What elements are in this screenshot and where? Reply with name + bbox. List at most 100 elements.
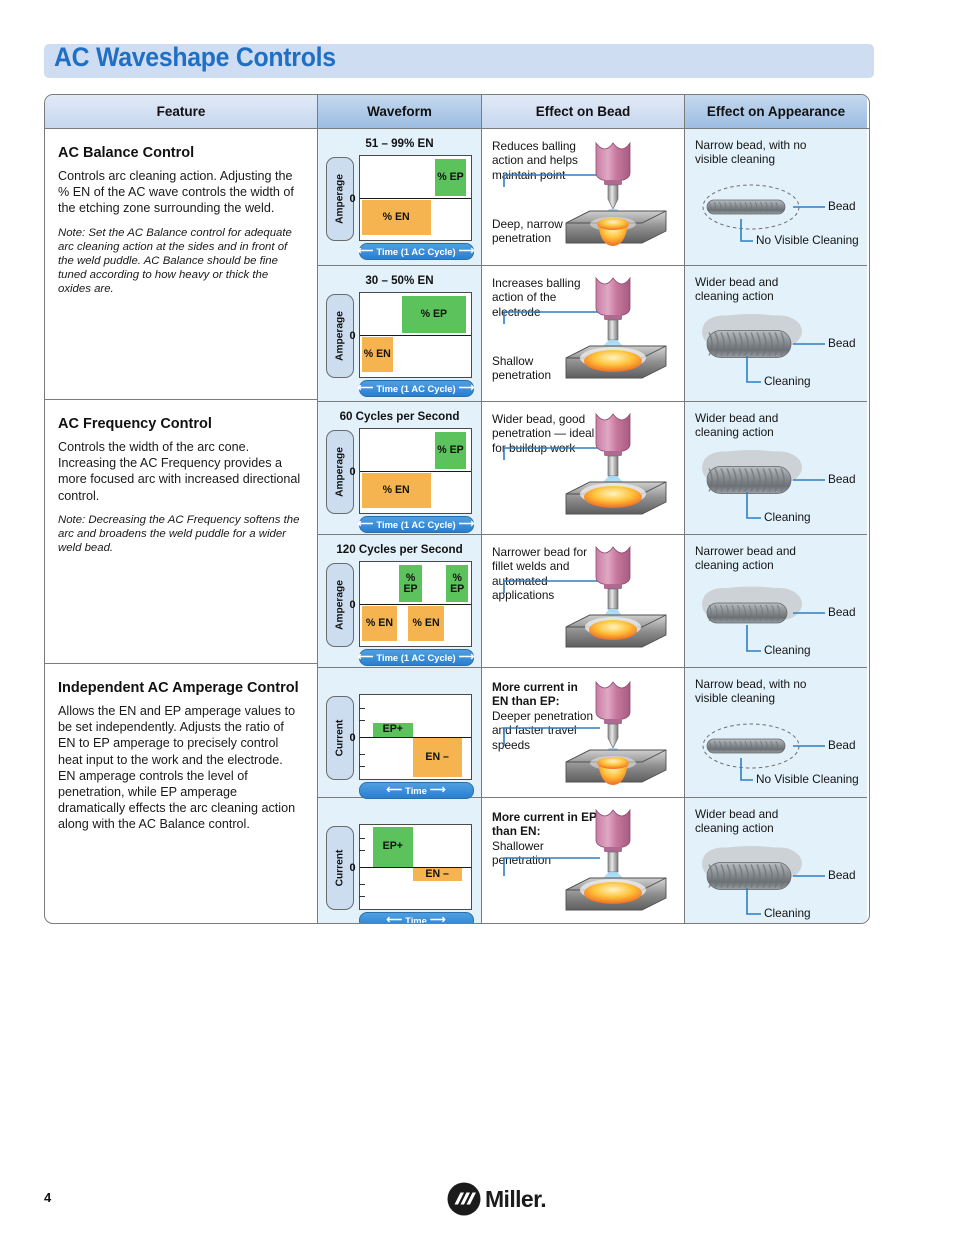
effect-on-appearance-cell: Narrow bead, with no visible cleaning Be… (685, 668, 867, 797)
feature-note: Note: Decreasing the AC Frequency soften… (58, 513, 300, 555)
waveform-time-bar: ⟵ Time (1 AC Cycle) ⟶ (358, 649, 474, 666)
torch-illustration (538, 410, 688, 527)
torch-illustration-svg (565, 141, 667, 246)
waveform-zero-line (359, 604, 471, 606)
waveform-title: 30 – 50% EN (365, 274, 434, 287)
waveform-cell: 51 – 99% EN Amperage 0 % EP % EN ⟵ Time … (318, 129, 482, 265)
torch-illustration-svg (565, 680, 667, 785)
effect-on-bead-cell: Narrower bead for fillet welds and autom… (482, 535, 685, 667)
waveform-plot: % EP % EP % EN % EN (358, 561, 472, 647)
waveform-time-bar: ⟵ Time (1 AC Cycle) ⟶ (358, 243, 474, 260)
effect-on-appearance-cell: Narrow bead, with no visible cleaning Be… (685, 129, 867, 265)
waveform-axis-label: Amperage (334, 580, 345, 630)
axis-tick (358, 708, 365, 710)
waveform-zero-line (359, 867, 471, 869)
waveform-time-bar: ⟵ Time ⟶ (358, 782, 474, 799)
appearance-label-cleaning: Cleaning (764, 643, 811, 657)
feature-title: AC Frequency Control (58, 416, 212, 432)
effect-on-bead-cell: Increases balling action of the electrod… (482, 266, 685, 401)
effect-on-bead-cell: More current in EN than EP: Deeper penetr… (482, 668, 685, 797)
arrow-left-icon: ⟵ (357, 651, 374, 663)
arrow-right-icon: ⟶ (429, 784, 446, 796)
table-row: 120 Cycles per Second Amperage 0 % EP % EP… (318, 535, 867, 668)
feature-column: AC Balance Control Controls arc cleaning… (45, 129, 318, 923)
waveform-plot: % EP % EN (358, 155, 472, 241)
axis-tick (358, 754, 365, 756)
axis-tick (358, 884, 365, 886)
torch-illustration-svg (565, 412, 667, 515)
waveform-plot: EP+ EN – (358, 824, 472, 910)
feature-note: Note: Set the AC Balance control for ade… (58, 226, 292, 296)
torch-illustration (538, 678, 688, 795)
waveform-zero-line (359, 471, 471, 473)
waveform-cell: Current 0 EP+ EN – ⟵ Time ⟶ (318, 798, 482, 923)
waveform-time-bar: ⟵ Time ⟶ (358, 912, 474, 924)
arrow-right-icon: ⟶ (458, 245, 475, 257)
appearance-label-bead: Bead (828, 868, 856, 882)
arrow-left-icon: ⟵ (357, 382, 374, 394)
waveform-cell: 60 Cycles per Second Amperage 0 % EP % E… (318, 402, 482, 534)
axis-tick (358, 720, 365, 722)
waveform-ep-block: EP+ (372, 826, 413, 867)
waveform-title: 51 – 99% EN (365, 137, 434, 150)
torch-illustration (538, 139, 688, 256)
waveform-ep-block: % EP (401, 296, 467, 334)
appearance-label-cleaning: Cleaning (764, 510, 811, 524)
waveform-graphic: Amperage 0 % EP % EN ⟵ Time (1 AC Cycle)… (325, 292, 474, 397)
torch-illustration-svg (565, 276, 667, 379)
waveform-axis-label: Amperage (334, 447, 345, 497)
page-title: AC Waveshape Controls (54, 42, 336, 72)
rows-column: 51 – 99% EN Amperage 0 % EP % EN ⟵ Time … (318, 129, 867, 923)
appearance-label-bead: Bead (828, 336, 856, 350)
arrow-right-icon: ⟶ (458, 651, 475, 663)
torch-illustration (538, 274, 688, 391)
waveform-cell: Current 0 EP+ EN – ⟵ Time ⟶ (318, 668, 482, 799)
waveform-ep-block: % EP (446, 565, 469, 603)
waveform-en-block: % EN (361, 336, 393, 372)
feature-body: Controls arc cleaning action. Adjusting … (58, 169, 294, 216)
waveform-ep-block: EP+ (372, 722, 413, 737)
waveform-time-bar: ⟵ Time (1 AC Cycle) ⟶ (358, 516, 474, 533)
waveform-time-label: Time (405, 785, 427, 796)
waveform-graphic: Amperage 0 % EP % EN ⟵ Time (1 AC Cycle)… (325, 428, 474, 533)
axis-tick (358, 850, 365, 852)
arrow-left-icon: ⟵ (386, 784, 403, 796)
arrow-left-icon: ⟵ (386, 914, 403, 924)
effect-on-appearance-cell: Narrower bead and cleaning action Bead C… (685, 535, 867, 667)
arrow-left-icon: ⟵ (357, 245, 374, 257)
feature-body: Controls the width of the arc cone. Incr… (58, 440, 301, 503)
torch-illustration-svg (565, 545, 667, 648)
table-header-row: Feature Waveform Effect on Bead Effect o… (45, 95, 869, 129)
document-page: AC Waveshape Controls Feature Waveform E… (0, 0, 954, 1235)
appearance-label-cleaning: Cleaning (764, 906, 811, 920)
waveform-title (318, 676, 481, 689)
waveform-plot: EP+ EN – (358, 694, 472, 780)
effect-on-bead-cell: Reduces balling action and helps maintai… (482, 129, 685, 265)
waveform-graphic: Amperage 0 % EP % EN ⟵ Time (1 AC Cycle)… (325, 155, 474, 260)
appearance-label-bead: Bead (828, 738, 856, 752)
appearance-label-cleaning: No Visible Cleaning (756, 772, 859, 786)
waveform-en-block: EN – (412, 867, 462, 882)
appearance-label-cleaning: No Visible Cleaning (756, 233, 859, 247)
appearance-label-bead: Bead (828, 605, 856, 619)
feature-body: Allows the EN and EP amperage values to … (58, 704, 296, 832)
header-effect-on-bead: Effect on Bead (482, 95, 685, 128)
torch-illustration (538, 806, 688, 923)
effect-on-appearance-cell: Wider bead and cleaning action Bead Clea… (685, 798, 867, 923)
feature-cell-independent-amperage: Independent AC Amperage Control Allows t… (45, 664, 317, 922)
waveform-title: 60 Cycles per Second (339, 410, 460, 423)
table-row: 60 Cycles per Second Amperage 0 % EP % E… (318, 402, 867, 535)
waveform-axis-label: Amperage (334, 174, 345, 224)
waveform-ep-block: % EP (434, 159, 467, 197)
axis-tick (358, 896, 365, 898)
waveform-zero-line (359, 737, 471, 739)
waveform-zero-label: 0 (349, 732, 356, 744)
feature-cell-ac-frequency: AC Frequency Control Controls the width … (45, 400, 317, 664)
waveform-time-label: Time (405, 915, 427, 924)
waveform-plot: % EP % EN (358, 292, 472, 378)
waveform-zero-label: 0 (349, 330, 356, 342)
waveform-en-block: % EN (408, 605, 444, 641)
appearance-label-cleaning: Cleaning (764, 374, 811, 388)
waveform-zero-line (359, 198, 471, 200)
waveform-graphic: Current 0 EP+ EN – ⟵ Time ⟶ (325, 824, 474, 923)
